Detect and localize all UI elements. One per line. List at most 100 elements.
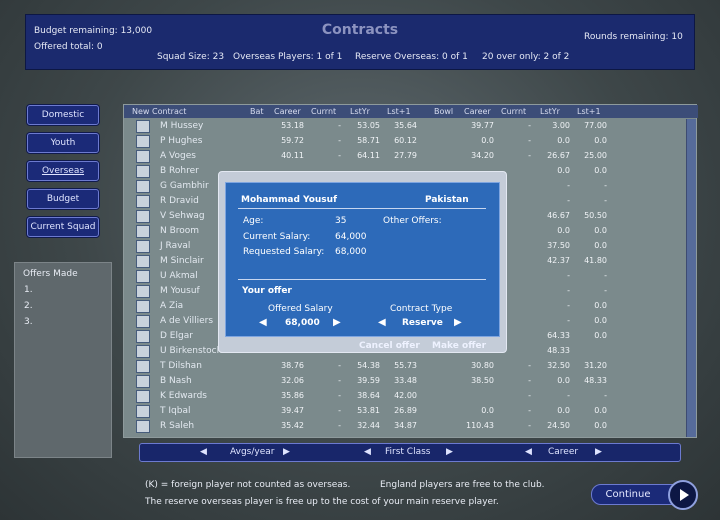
player-name: P Hughes	[160, 136, 203, 146]
table-row[interactable]: A Voges 40.11 - 64.11 27.79 34.20 - 26.67 25.00	[134, 149, 686, 164]
class-prev-arrow[interactable]: ◀	[364, 447, 371, 457]
nav-current-squad-button[interactable]: Current Squad	[27, 217, 99, 237]
col-bat-lst1[interactable]: Lst+1	[387, 107, 411, 116]
stat-cell: 38.50	[471, 376, 494, 385]
col-bat-currnt[interactable]: Currnt	[311, 107, 336, 116]
stat-cell: 0.0	[594, 316, 607, 325]
stat-cell: 39.59	[357, 376, 380, 385]
continue-arrow-icon[interactable]	[668, 480, 698, 510]
player-name: N Broom	[160, 226, 200, 236]
stat-cell: 40.11	[281, 151, 304, 160]
col-bowl-lstyr[interactable]: LstYr	[540, 107, 560, 116]
table-scrollbar[interactable]	[686, 119, 696, 437]
nav-overseas-button[interactable]: Overseas	[27, 161, 99, 181]
stat-cell: 0.0	[594, 406, 607, 415]
col-bowl[interactable]: Bowl	[434, 107, 453, 116]
nav-youth-button[interactable]: Youth	[27, 133, 99, 153]
table-row[interactable]: M Hussey 53.18 - 53.05 35.64 39.77 - 3.00 77.00	[134, 119, 686, 134]
requested-salary-value: 68,000	[335, 247, 367, 257]
make-offer-button[interactable]: Make offer	[432, 341, 486, 351]
squad-size: Squad Size: 23	[157, 52, 225, 62]
table-row[interactable]: T Iqbal 39.47 - 53.81 26.89 0.0 - 0.0 0.0	[134, 404, 686, 419]
avgs-prev-arrow[interactable]: ◀	[200, 447, 207, 457]
stat-cell: -	[528, 151, 531, 160]
stat-cell: -	[567, 286, 570, 295]
contract-status-icon[interactable]	[136, 285, 150, 298]
contract-status-icon[interactable]	[136, 165, 150, 178]
player-name: T Iqbal	[160, 406, 191, 416]
stat-cell: -	[567, 301, 570, 310]
contract-status-icon[interactable]	[136, 390, 150, 403]
player-name: U Akmal	[160, 271, 198, 281]
col-bat[interactable]: Bat	[250, 107, 264, 116]
contract-status-icon[interactable]	[136, 210, 150, 223]
cancel-offer-button[interactable]: Cancel offer	[359, 341, 420, 351]
col-new-contract[interactable]: New Contract	[132, 107, 186, 116]
stat-cell: 41.80	[584, 256, 607, 265]
player-name: A de Villiers	[160, 316, 214, 326]
stat-cell: 39.77	[471, 121, 494, 130]
offer-slot-1[interactable]: 1.	[24, 285, 33, 295]
rounds-remaining: Rounds remaining: 10	[584, 32, 683, 42]
dialog-divider-top	[238, 208, 486, 209]
table-row[interactable]: T Dilshan 38.76 - 54.38 55.73 30.80 - 32.50 31.2…	[134, 359, 686, 374]
col-bat-lstyr[interactable]: LstYr	[350, 107, 370, 116]
contract-status-icon[interactable]	[136, 300, 150, 313]
col-bowl-currnt[interactable]: Currnt	[501, 107, 526, 116]
contract-type-value[interactable]: Reserve	[402, 318, 443, 328]
stat-cell: -	[528, 121, 531, 130]
nav-budget-button[interactable]: Budget	[27, 189, 99, 209]
table-row[interactable]: R Saleh 35.42 - 32.44 34.87 110.43 - 24.50 0.0	[134, 419, 686, 434]
contract-status-icon[interactable]	[136, 240, 150, 253]
stat-cell: 37.50	[547, 241, 570, 250]
offer-slot-2[interactable]: 2.	[24, 301, 33, 311]
player-name: B Rohrer	[160, 166, 199, 176]
contract-status-icon[interactable]	[136, 180, 150, 193]
stat-cell: 25.00	[584, 151, 607, 160]
stat-cell: 53.05	[357, 121, 380, 130]
contract-status-icon[interactable]	[136, 330, 150, 343]
stat-cell: -	[528, 421, 531, 430]
contract-status-icon[interactable]	[136, 360, 150, 373]
contract-status-icon[interactable]	[136, 120, 150, 133]
table-row[interactable]: K Edwards 35.86 - 38.64 42.00 - - -	[134, 389, 686, 404]
contract-status-icon[interactable]	[136, 255, 150, 268]
offer-slot-3[interactable]: 3.	[24, 317, 33, 327]
salary-increase-arrow[interactable]: ▶	[333, 317, 341, 328]
avgs-year-label: Avgs/year	[230, 447, 275, 457]
stat-cell: 35.42	[281, 421, 304, 430]
table-row[interactable]: P Hughes 59.72 - 58.71 60.12 0.0 - 0.0 0.0	[134, 134, 686, 149]
stat-cell: -	[528, 376, 531, 385]
contract-status-icon[interactable]	[136, 195, 150, 208]
contract-status-icon[interactable]	[136, 270, 150, 283]
stat-cell: -	[567, 271, 570, 280]
career-next-arrow[interactable]: ▶	[595, 447, 602, 457]
contract-status-icon[interactable]	[136, 150, 150, 163]
contract-status-icon[interactable]	[136, 135, 150, 148]
class-next-arrow[interactable]: ▶	[446, 447, 453, 457]
col-bowl-lst1[interactable]: Lst+1	[577, 107, 601, 116]
current-salary-value: 64,000	[335, 232, 367, 242]
career-prev-arrow[interactable]: ◀	[525, 447, 532, 457]
contract-type-next-arrow[interactable]: ▶	[454, 317, 462, 328]
salary-decrease-arrow[interactable]: ◀	[259, 317, 267, 328]
contract-status-icon[interactable]	[136, 375, 150, 388]
offered-salary-value[interactable]: 68,000	[285, 318, 320, 328]
col-bowl-career[interactable]: Career	[464, 107, 491, 116]
offers-made-panel: Offers Made 1. 2. 3.	[14, 262, 112, 458]
contract-status-icon[interactable]	[136, 420, 150, 433]
table-row[interactable]: B Nash 32.06 - 39.59 33.48 38.50 - 0.0 48.33	[134, 374, 686, 389]
contract-type-prev-arrow[interactable]: ◀	[378, 317, 386, 328]
contract-status-icon[interactable]	[136, 225, 150, 238]
stat-cell: -	[567, 316, 570, 325]
nav-domestic-button[interactable]: Domestic	[27, 105, 99, 125]
contract-status-icon[interactable]	[136, 345, 150, 358]
avgs-next-arrow[interactable]: ▶	[283, 447, 290, 457]
contract-status-icon[interactable]	[136, 315, 150, 328]
contract-status-icon[interactable]	[136, 405, 150, 418]
dialog-country: Pakistan	[425, 195, 469, 205]
col-bat-career[interactable]: Career	[274, 107, 301, 116]
twenty-over-only: 20 over only: 2 of 2	[482, 52, 570, 62]
stat-cell: 0.0	[594, 136, 607, 145]
stat-cell: 0.0	[557, 136, 570, 145]
